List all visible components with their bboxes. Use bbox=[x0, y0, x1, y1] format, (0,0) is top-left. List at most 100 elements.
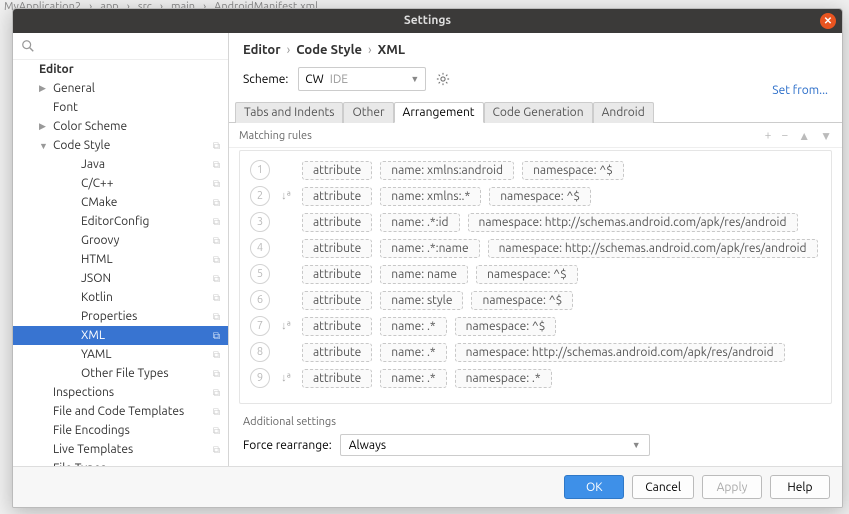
sidebar-item-label: General bbox=[53, 82, 220, 95]
dialog-titlebar: Settings ✕ bbox=[13, 9, 842, 33]
rule-chip[interactable]: namespace: ^$ bbox=[476, 265, 578, 284]
tab-other[interactable]: Other bbox=[343, 102, 393, 123]
tab-android[interactable]: Android bbox=[593, 102, 654, 123]
sidebar-item-font[interactable]: Font bbox=[13, 98, 228, 117]
force-rearrange-label: Force rearrange: bbox=[243, 439, 332, 452]
scheme-scope-icon: ⧉ bbox=[213, 349, 220, 361]
rule-chip[interactable]: attribute bbox=[302, 161, 372, 180]
scheme-label: Scheme: bbox=[243, 73, 288, 86]
rule-chip[interactable]: attribute bbox=[302, 343, 372, 362]
scheme-scope-icon: ⧉ bbox=[213, 311, 220, 323]
sidebar-item-json[interactable]: JSON⧉ bbox=[13, 269, 228, 288]
sidebar-item-editorconfig[interactable]: EditorConfig⧉ bbox=[13, 212, 228, 231]
rule-row[interactable]: 7↓ªattributename: .*namespace: ^$ bbox=[250, 313, 821, 339]
rule-row[interactable]: 6↓ªattributename: stylenamespace: ^$ bbox=[250, 287, 821, 313]
rule-chip[interactable]: namespace: ^$ bbox=[455, 317, 557, 336]
rule-chip[interactable]: name: name bbox=[380, 265, 468, 284]
sort-icon: ↓ª bbox=[278, 320, 294, 332]
rule-chip[interactable]: attribute bbox=[302, 239, 372, 258]
rule-chip[interactable]: name: .*:id bbox=[380, 213, 459, 232]
scheme-scope-icon: ⧉ bbox=[213, 406, 220, 418]
tree-arrow-icon: ▶ bbox=[39, 121, 51, 132]
sidebar-item-kotlin[interactable]: Kotlin⧉ bbox=[13, 288, 228, 307]
rule-chip[interactable]: namespace: ^$ bbox=[489, 187, 591, 206]
gear-icon[interactable] bbox=[436, 72, 450, 86]
rule-chip[interactable]: attribute bbox=[302, 369, 372, 388]
sidebar-item-inspections[interactable]: Inspections⧉ bbox=[13, 383, 228, 402]
rule-chip[interactable]: namespace: ^$ bbox=[471, 291, 573, 310]
sidebar-item-color-scheme[interactable]: ▶Color Scheme bbox=[13, 117, 228, 136]
rule-chip[interactable]: name: .* bbox=[380, 317, 446, 336]
remove-rule-icon[interactable]: − bbox=[781, 129, 788, 143]
rule-row[interactable]: 5↓ªattributename: namenamespace: ^$ bbox=[250, 261, 821, 287]
sidebar-item-groovy[interactable]: Groovy⧉ bbox=[13, 231, 228, 250]
scheme-scope-icon: ⧉ bbox=[213, 425, 220, 437]
scheme-scope-icon: ⧉ bbox=[213, 330, 220, 342]
sidebar-item-yaml[interactable]: YAML⧉ bbox=[13, 345, 228, 364]
rule-chip[interactable]: attribute bbox=[302, 265, 372, 284]
rule-number: 4 bbox=[250, 238, 270, 258]
rule-chip[interactable]: namespace: .* bbox=[455, 369, 552, 388]
scheme-scope-icon: ⧉ bbox=[213, 444, 220, 456]
scheme-select[interactable]: CW IDE ▼ bbox=[298, 67, 426, 91]
close-icon[interactable]: ✕ bbox=[820, 13, 836, 29]
rule-chip[interactable]: name: xmlns:android bbox=[380, 161, 514, 180]
rule-chip[interactable]: name: .* bbox=[380, 369, 446, 388]
rule-row[interactable]: 2↓ªattributename: xmlns:.*namespace: ^$ bbox=[250, 183, 821, 209]
rule-chip[interactable]: name: .*:name bbox=[380, 239, 479, 258]
rule-chip[interactable]: namespace: http://schemas.android.com/ap… bbox=[468, 213, 798, 232]
ok-button[interactable]: OK bbox=[564, 475, 624, 499]
tab-code-generation[interactable]: Code Generation bbox=[484, 102, 593, 123]
tab-tabs-and-indents[interactable]: Tabs and Indents bbox=[235, 102, 343, 123]
sidebar-item-live-templates[interactable]: Live Templates⧉ bbox=[13, 440, 228, 459]
matching-rules-list[interactable]: 1 ↓ª attribute name: xmlns:android namespace… bbox=[239, 150, 832, 404]
sidebar-item-label: HTML bbox=[81, 253, 213, 266]
tab-arrangement[interactable]: Arrangement bbox=[394, 102, 484, 123]
rule-row[interactable]: 9↓ªattributename: .*namespace: .* bbox=[250, 365, 821, 391]
sidebar-item-c-c-[interactable]: C/C++⧉ bbox=[13, 174, 228, 193]
rule-chip[interactable]: attribute bbox=[302, 317, 372, 336]
rule-chip[interactable]: namespace: ^$ bbox=[522, 161, 624, 180]
sidebar-item-general[interactable]: ▶General bbox=[13, 79, 228, 98]
sidebar-item-java[interactable]: Java⧉ bbox=[13, 155, 228, 174]
apply-button[interactable]: Apply bbox=[702, 475, 762, 499]
rule-chip[interactable]: name: .* bbox=[380, 343, 446, 362]
rule-chip[interactable]: name: xmlns:.* bbox=[380, 187, 481, 206]
sidebar-item-label: Other File Types bbox=[81, 367, 213, 380]
rule-chip[interactable]: attribute bbox=[302, 213, 372, 232]
force-rearrange-select[interactable]: Always ▼ bbox=[340, 434, 650, 456]
cancel-button[interactable]: Cancel bbox=[632, 475, 694, 499]
scheme-scope-icon: ⧉ bbox=[213, 178, 220, 190]
move-down-icon[interactable]: ▼ bbox=[820, 129, 832, 143]
set-from-link[interactable]: Set from... bbox=[772, 84, 828, 97]
chevron-down-icon: ▼ bbox=[632, 440, 641, 450]
rule-row[interactable]: 4↓ªattributename: .*:namenamespace: http… bbox=[250, 235, 821, 261]
rule-chip[interactable]: namespace: http://schemas.android.com/ap… bbox=[455, 343, 785, 362]
rule-chip[interactable]: namespace: http://schemas.android.com/ap… bbox=[488, 239, 818, 258]
rule-row[interactable]: 3↓ªattributename: .*:idnamespace: http:/… bbox=[250, 209, 821, 235]
rule-row[interactable]: 1↓ªattributename: xmlns:androidnamespace… bbox=[250, 157, 821, 183]
scheme-scope-icon: ⧉ bbox=[213, 368, 220, 380]
add-rule-icon[interactable]: + bbox=[765, 129, 772, 143]
rule-chip[interactable]: attribute bbox=[302, 187, 372, 206]
sidebar-item-file-types[interactable]: File Types bbox=[13, 459, 228, 466]
sidebar-item-other-file-types[interactable]: Other File Types⧉ bbox=[13, 364, 228, 383]
help-button[interactable]: Help bbox=[770, 475, 830, 499]
settings-tree[interactable]: Editor ▶GeneralFont▶Color Scheme▼Code St… bbox=[13, 60, 228, 466]
sidebar-item-file-encodings[interactable]: File Encodings⧉ bbox=[13, 421, 228, 440]
search-input[interactable] bbox=[39, 40, 220, 53]
settings-sidebar: Editor ▶GeneralFont▶Color Scheme▼Code St… bbox=[13, 33, 229, 466]
sidebar-item-xml[interactable]: XML⧉ bbox=[13, 326, 228, 345]
rule-chip[interactable]: attribute bbox=[302, 291, 372, 310]
sidebar-item-html[interactable]: HTML⧉ bbox=[13, 250, 228, 269]
sidebar-item-properties[interactable]: Properties⧉ bbox=[13, 307, 228, 326]
sidebar-item-label: C/C++ bbox=[81, 177, 213, 190]
sidebar-item-cmake[interactable]: CMake⧉ bbox=[13, 193, 228, 212]
move-up-icon[interactable]: ▲ bbox=[798, 129, 810, 143]
rule-row[interactable]: 8↓ªattributename: .*namespace: http://sc… bbox=[250, 339, 821, 365]
sidebar-item-file-and-code-templates[interactable]: File and Code Templates⧉ bbox=[13, 402, 228, 421]
rule-chip[interactable]: name: style bbox=[380, 291, 463, 310]
rule-number: 1 bbox=[250, 160, 270, 180]
sidebar-item-code-style[interactable]: ▼Code Style⧉ bbox=[13, 136, 228, 155]
additional-settings-header: Additional settings bbox=[229, 410, 842, 430]
